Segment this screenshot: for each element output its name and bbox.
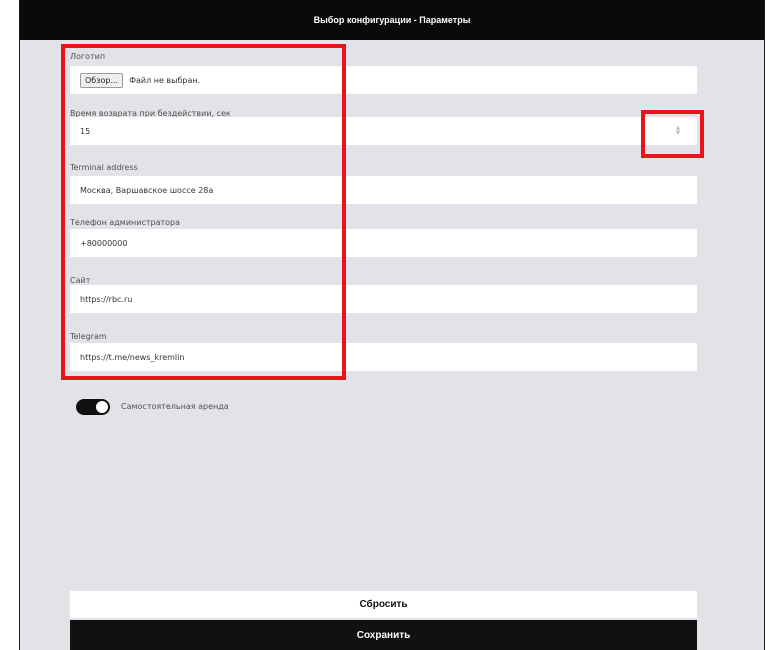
save-button[interactable]: Сохранить <box>70 620 697 650</box>
app-window: Выбор конфигурации - Параметры Логотип О… <box>19 0 765 650</box>
self-rent-label: Самостоятельная аренда <box>121 402 229 411</box>
highlight-spinner <box>641 110 704 158</box>
window-title: Выбор конфигурации - Параметры <box>20 0 764 40</box>
reset-button[interactable]: Сбросить <box>70 591 697 618</box>
toggle-knob <box>96 401 108 413</box>
highlight-form-fields <box>61 44 346 380</box>
self-rent-toggle[interactable] <box>76 399 110 415</box>
